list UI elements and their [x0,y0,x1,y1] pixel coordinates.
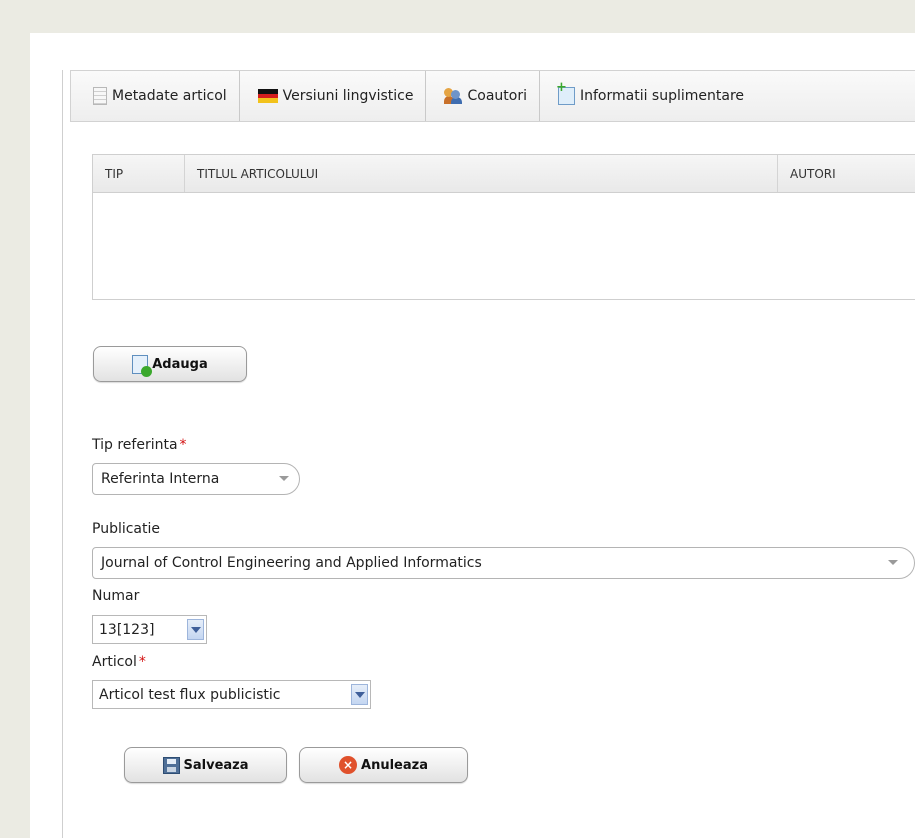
required-mark: * [138,654,146,670]
save-button[interactable]: Salveaza [124,747,287,783]
document-icon [93,87,107,105]
flag-icon [257,89,278,104]
users-icon [444,88,463,104]
chevron-down-icon[interactable] [351,684,368,705]
add-button[interactable]: Adauga [93,346,247,382]
tab-metadate-articol[interactable]: Metadate articol [71,71,240,121]
publicatie-select[interactable]: Journal of Control Engineering and Appli… [92,547,915,579]
tab-label: Coautori [467,88,527,104]
column-header-titlu[interactable]: TITLUL ARTICOLULUI [185,155,778,192]
column-header-tip[interactable]: TIP [93,155,185,192]
tip-referinta-select[interactable]: Referinta Interna [92,463,300,495]
chevron-down-icon[interactable] [187,619,204,640]
numar-select[interactable]: 13[123] [92,615,207,644]
numar-value: 13[123] [99,621,155,638]
cancel-button-label: Anuleaza [361,757,428,773]
tab-versiuni-lingvistice[interactable]: Versiuni lingvistice [240,71,427,121]
save-icon [162,756,180,774]
tab-coautori[interactable]: Coautori [426,71,540,121]
tab-bar: Metadate articol Versiuni lingvistice Co… [70,70,915,122]
cancel-icon: × [339,756,358,774]
chevron-down-icon [888,560,898,565]
required-mark: * [179,437,187,453]
tab-label: Versiuni lingvistice [282,88,414,104]
table-header: TIP TITLUL ARTICOLULUI AUTORI [93,155,915,193]
articol-value: Articol test flux publicistic [99,686,281,703]
publicatie-label: Publicatie [92,521,161,537]
articol-select[interactable]: Articol test flux publicistic [92,680,371,709]
tab-label: Informatii suplimentare [579,88,745,104]
references-table: TIP TITLUL ARTICOLULUI AUTORI [92,154,915,300]
new-document-icon [556,80,575,105]
tab-label: Metadate articol [112,88,227,104]
publicatie-value: Journal of Control Engineering and Appli… [101,555,482,571]
chevron-down-icon [279,476,289,481]
articol-label: Articol * [92,654,146,670]
column-header-autori[interactable]: AUTORI [778,155,915,192]
cancel-button[interactable]: × Anuleaza [299,747,468,783]
numar-label: Numar [92,588,140,604]
tip-referinta-value: Referinta Interna [101,471,220,487]
tab-informatii-suplimentare[interactable]: Informatii suplimentare [540,71,744,121]
tip-referinta-label: Tip referinta * [92,437,187,453]
add-button-label: Adauga [152,356,208,372]
add-document-icon [132,354,153,377]
save-button-label: Salveaza [183,757,249,773]
